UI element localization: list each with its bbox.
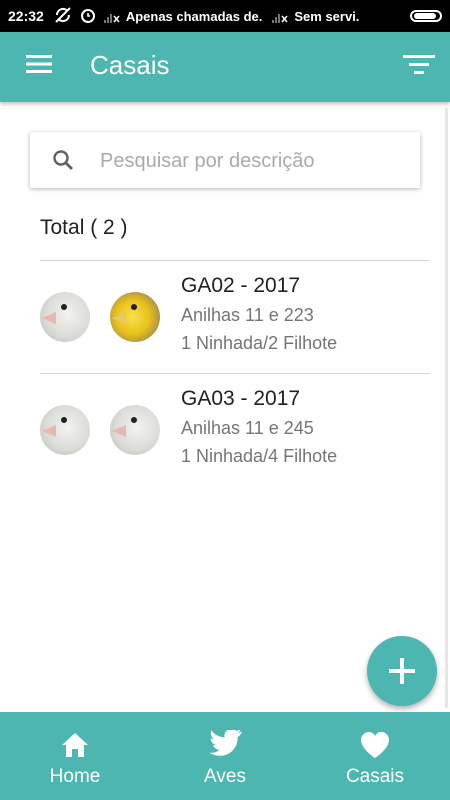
page-title: Casais [90,50,170,80]
sync-off-icon [54,6,72,26]
divider [40,260,430,261]
avatar [40,405,90,455]
total-count: Total ( 2 ) [40,216,128,239]
couple-list-item[interactable]: GA03 - 2017 Anilhas 11 e 245 1 Ninhada/4… [40,375,430,487]
avatar [110,292,160,342]
hamburger-menu-icon[interactable] [24,52,56,82]
signal-icon [272,10,288,23]
carrier-2-text: Sem servi. [294,8,360,24]
nav-item-aves[interactable]: Aves [150,712,300,800]
couples-list-screen: Total ( 2 ) GA02 - 2017 Anilhas 11 e 223… [0,102,450,712]
heart-icon [359,730,391,760]
alarm-clock-icon [80,7,96,26]
carrier-1-text: Apenas chamadas de. [125,8,263,24]
avatar [40,292,90,342]
nav-item-casais[interactable]: Casais [300,712,450,800]
bottom-nav: Home Aves Casais [0,712,450,800]
couple-list-item[interactable]: GA02 - 2017 Anilhas 11 e 223 1 Ninhada/2… [40,262,430,374]
bird-icon [208,728,243,760]
search-icon [52,149,74,176]
status-time: 22:32 [8,8,44,24]
nav-item-home[interactable]: Home [0,712,150,800]
home-icon [60,730,90,760]
couple-rings: Anilhas 11 e 223 [181,305,314,325]
nav-label: Home [49,766,101,787]
divider [40,373,430,374]
couple-title: GA03 - 2017 [181,387,301,410]
add-couple-button[interactable] [367,636,437,706]
nav-label: Casais [345,766,405,787]
signal-icon [103,10,120,23]
search-input[interactable] [98,142,402,180]
couple-brood: 1 Ninhada/2 Filhote [181,333,338,353]
search-box [30,132,420,188]
scrollbar[interactable] [445,108,448,708]
couple-rings: Anilhas 11 e 245 [181,418,314,438]
battery-icon [410,10,442,22]
avatar [110,405,160,455]
nav-label: Aves [204,766,246,787]
couple-title: GA02 - 2017 [181,274,301,297]
app-bar: Casais [0,32,450,102]
filter-icon[interactable] [402,52,436,82]
status-bar: 22:32 Apenas chamadas de. Sem servi. [0,0,450,32]
couple-brood: 1 Ninhada/4 Filhote [181,446,338,466]
